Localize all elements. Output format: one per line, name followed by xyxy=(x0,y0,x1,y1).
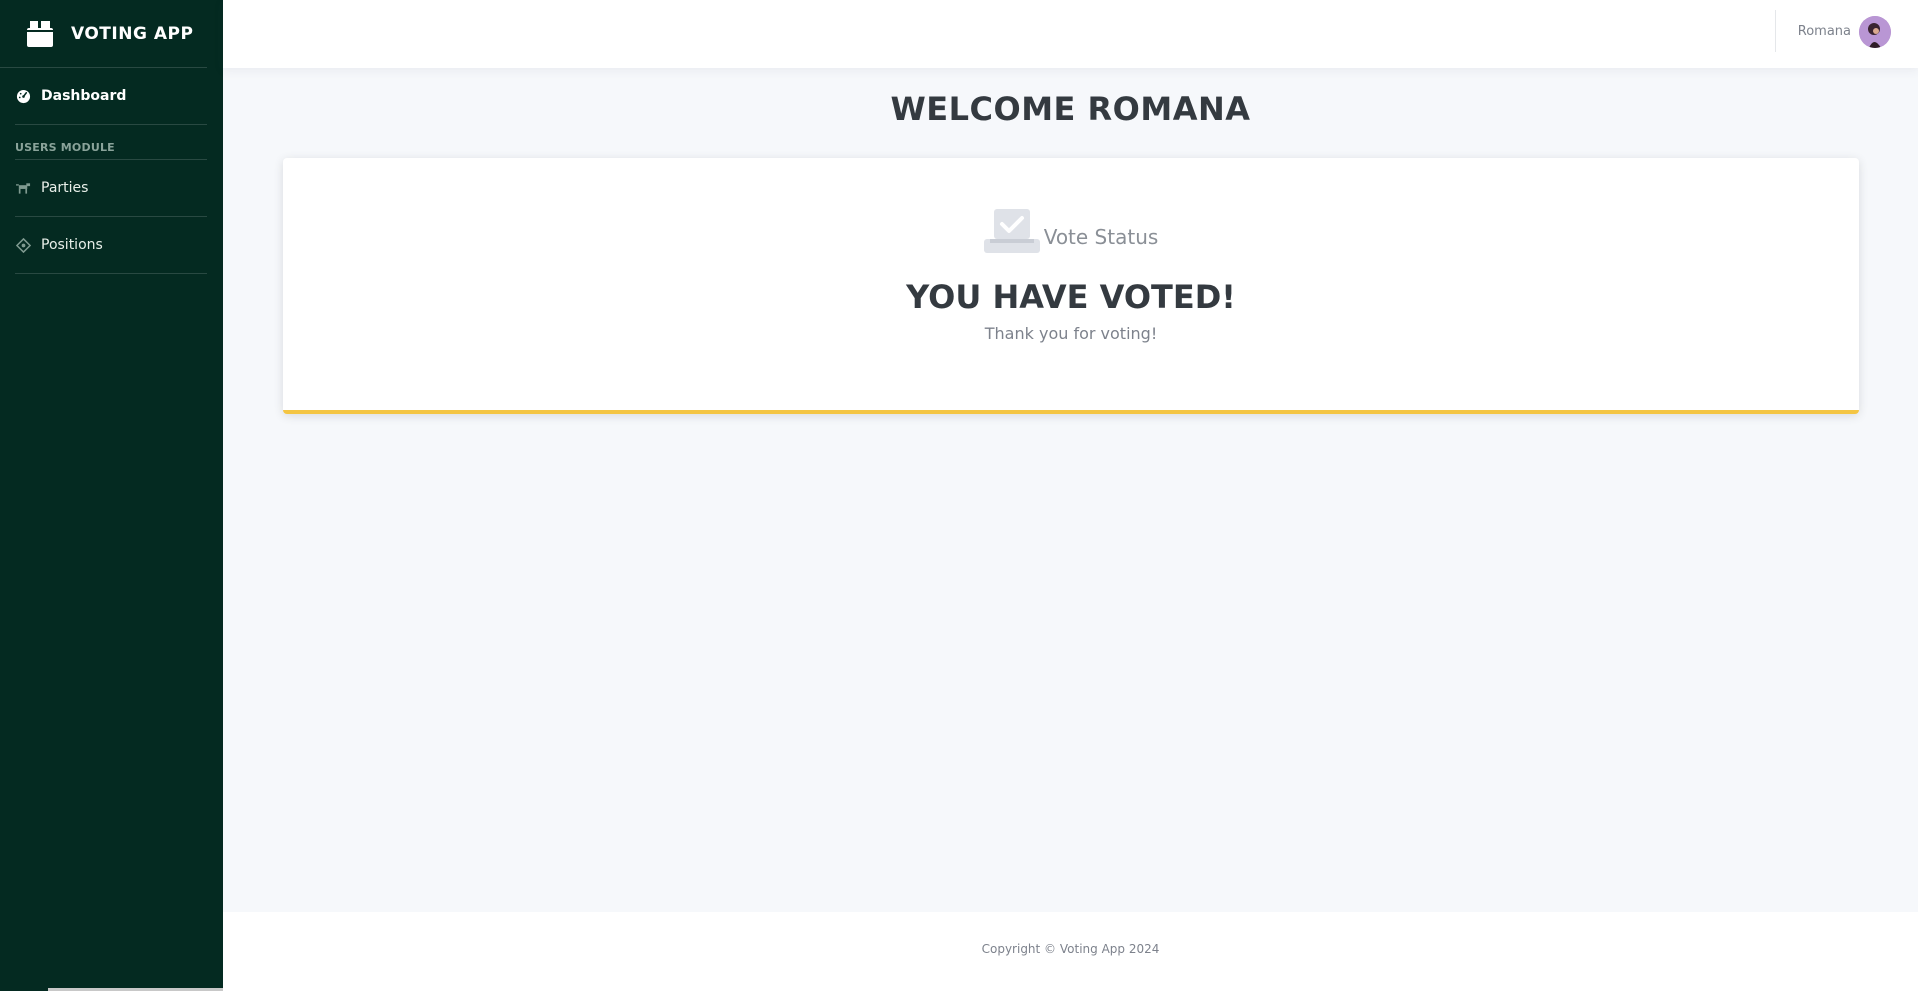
ballot-box-icon xyxy=(27,20,53,47)
user-name[interactable]: Romana xyxy=(1798,24,1851,39)
vote-status-label: Vote Status xyxy=(1043,225,1159,249)
footer: Copyright © Voting App 2024 xyxy=(223,912,1918,991)
copyright-text: Copyright © Voting App 2024 xyxy=(981,942,1160,956)
page-title: WELCOME ROMANA xyxy=(890,90,1251,128)
target-icon xyxy=(16,237,31,253)
sidebar-item-dashboard[interactable]: Dashboard xyxy=(0,68,223,124)
sidebar-item-label: Dashboard xyxy=(41,88,127,104)
section-label-users-module: USERS MODULE xyxy=(15,141,115,154)
sidebar-item-parties[interactable]: Parties xyxy=(0,160,223,216)
party-animal-icon xyxy=(16,181,31,196)
voted-subtitle: Thank you for voting! xyxy=(984,324,1158,343)
brand-title: VOTING APP xyxy=(71,23,194,44)
sidebar-item-label: Parties xyxy=(41,180,89,196)
checked-ballot-icon xyxy=(983,209,1040,253)
sidebar-divider xyxy=(15,273,207,274)
vote-status-card: Vote Status YOU HAVE VOTED! Thank you fo… xyxy=(283,158,1859,414)
avatar[interactable] xyxy=(1859,16,1891,48)
topbar: Romana xyxy=(223,0,1918,68)
voted-title: YOU HAVE VOTED! xyxy=(906,278,1236,316)
sidebar-item-label: Positions xyxy=(41,237,103,253)
brand[interactable]: VOTING APP xyxy=(0,0,207,68)
topbar-divider xyxy=(1775,10,1776,52)
sidebar: VOTING APP Dashboard USERS MODULE Partie… xyxy=(0,0,390,991)
gauge-icon xyxy=(16,89,31,104)
vote-status-header: Vote Status xyxy=(283,209,1859,253)
user-avatar-icon xyxy=(1859,16,1891,48)
sidebar-item-positions[interactable]: Positions xyxy=(0,217,223,273)
